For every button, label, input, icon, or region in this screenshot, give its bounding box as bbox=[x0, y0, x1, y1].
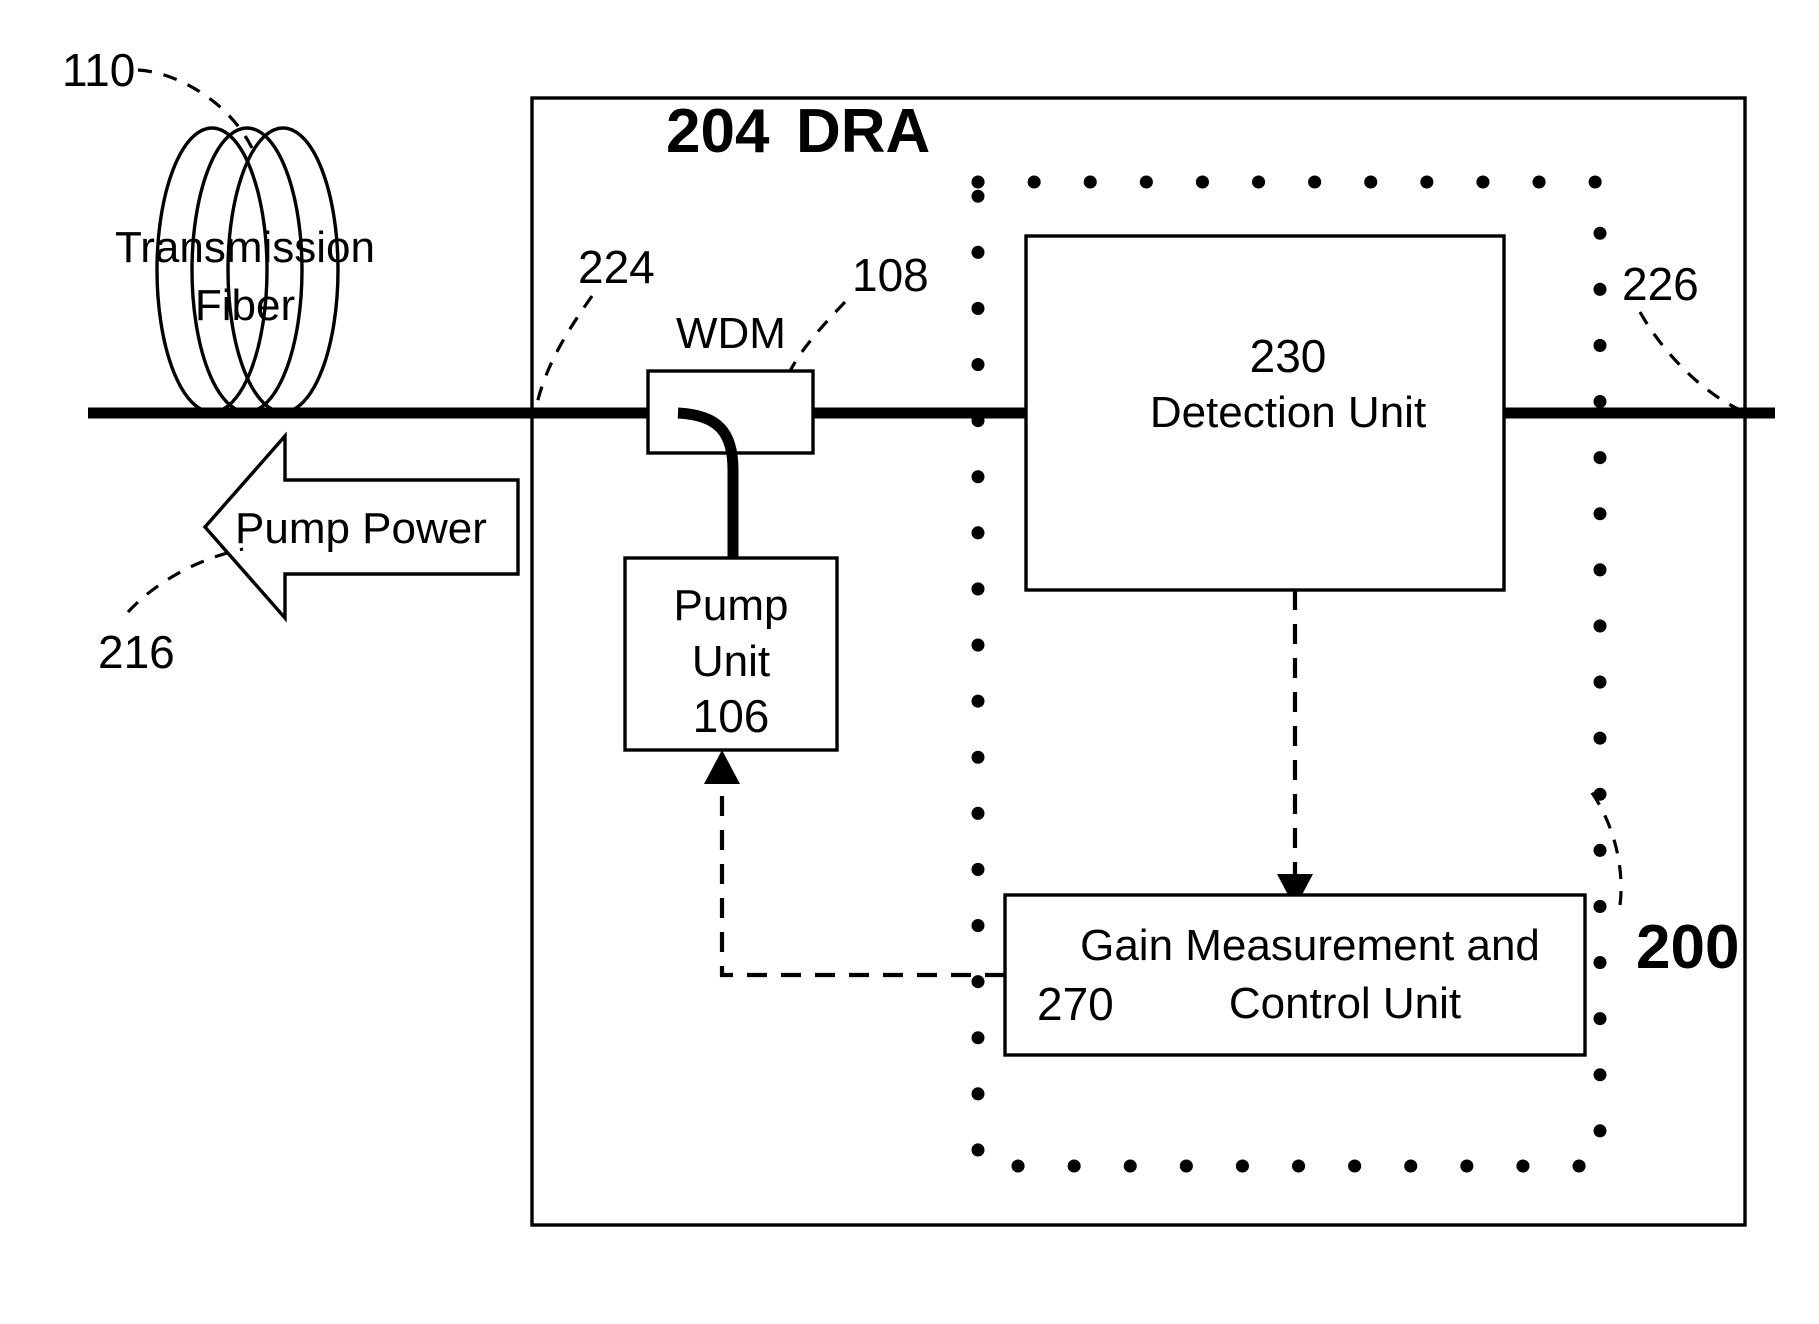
ref-110-label: 110 bbox=[62, 44, 135, 96]
ref-224-label: 224 bbox=[578, 241, 655, 293]
ref-216-label: 216 bbox=[98, 626, 175, 678]
wdm-label: WDM bbox=[676, 309, 786, 358]
ref-226-label: 226 bbox=[1622, 258, 1699, 310]
ref-230-label: 230 bbox=[1250, 330, 1327, 382]
figure-canvas: Transmission Fiber 110 Pump Power 216 20… bbox=[62, 44, 1775, 1227]
ref-108-label: 108 bbox=[852, 249, 929, 301]
transmission-fiber-label-line1: Transmission bbox=[115, 223, 375, 272]
ref-106-label: 106 bbox=[693, 690, 770, 742]
dra-title: DRA bbox=[796, 97, 930, 166]
gain-control-unit-label-line2: Control Unit bbox=[1229, 979, 1461, 1028]
transmission-fiber-label-line2: Fiber bbox=[195, 281, 295, 330]
gain-control-unit-label-line1: Gain Measurement and bbox=[1080, 921, 1540, 970]
patent-figure: Transmission Fiber 110 Pump Power 216 20… bbox=[0, 0, 1819, 1324]
pump-power-label: Pump Power bbox=[235, 504, 487, 553]
pump-unit-label-line1: Pump bbox=[674, 581, 789, 630]
ref-270-label: 270 bbox=[1037, 978, 1114, 1030]
pump-unit-label-line2: Unit bbox=[692, 637, 770, 686]
gain-control-unit-box bbox=[1003, 893, 1587, 1057]
detection-unit-label: Detection Unit bbox=[1150, 388, 1426, 437]
ref-216-leader bbox=[126, 547, 244, 614]
ref-200-label: 200 bbox=[1636, 913, 1739, 982]
ref-204-label: 204 bbox=[666, 97, 770, 166]
